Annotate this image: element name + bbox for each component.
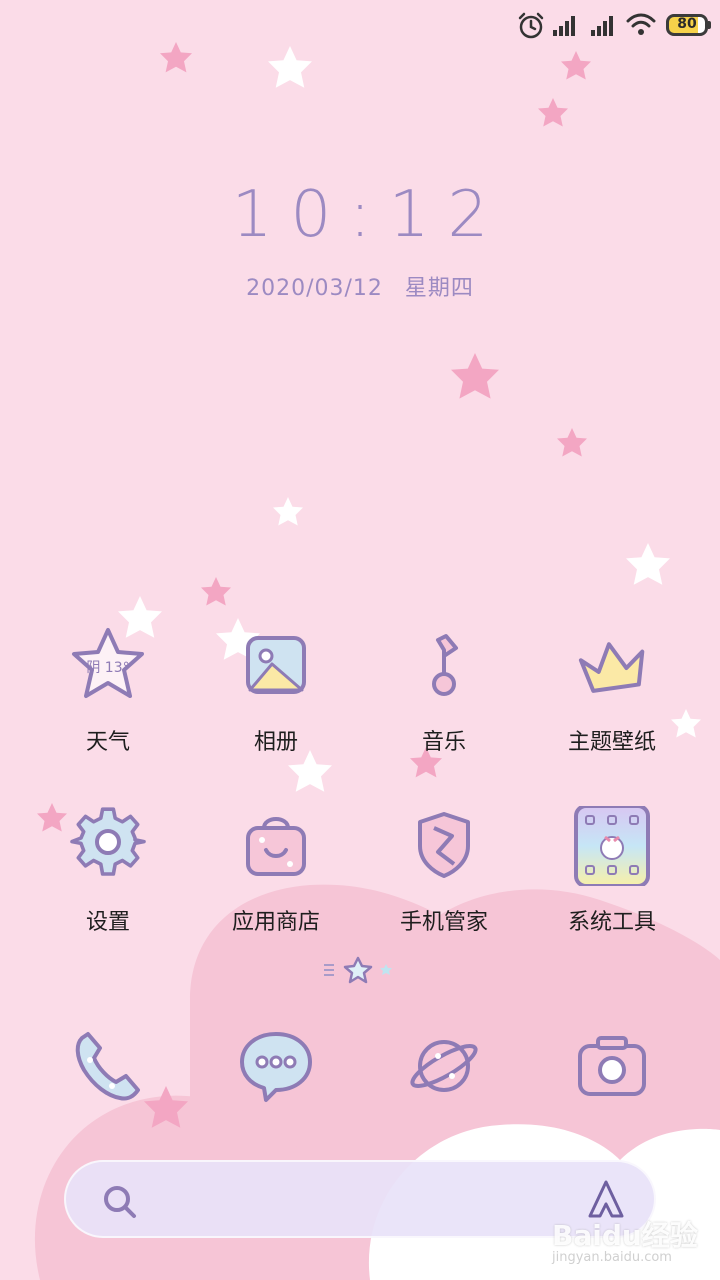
watermark: Baidu经验 jingyan.baidu.com (552, 1214, 712, 1274)
crown-icon (578, 642, 645, 693)
weekday-text: 星期四 (404, 276, 474, 301)
app-label: 系统工具 (567, 910, 656, 935)
watermark-sub: jingyan.baidu.com (552, 1250, 672, 1265)
signal-icon (591, 16, 613, 36)
app-settings[interactable]: 设置 (24, 806, 192, 966)
wifi-icon (626, 13, 656, 35)
app-label: 手机管家 (399, 910, 488, 935)
phone-icon[interactable] (68, 1026, 148, 1106)
search-icon[interactable] (100, 1182, 140, 1222)
signal-icon (553, 16, 575, 36)
app-label: 音乐 (421, 730, 466, 755)
date-text: 2020/03/12 (246, 276, 383, 301)
tools-folder-icon (574, 806, 650, 886)
camera-icon[interactable] (572, 1026, 652, 1106)
app-weather[interactable]: 阴 13° 天气 (24, 626, 192, 786)
browser-planet-icon[interactable] (404, 1026, 484, 1106)
shield-icon (418, 812, 470, 878)
app-label: 相册 (253, 730, 298, 755)
app-gallery[interactable]: 相册 (192, 626, 360, 786)
gear-icon (70, 807, 146, 876)
app-tools-folder[interactable]: 系统工具 (528, 806, 696, 966)
music-note-icon (432, 634, 458, 696)
battery-level: 80 (677, 16, 697, 32)
app-security[interactable]: 手机管家 (360, 806, 528, 966)
alarm-icon (518, 12, 544, 39)
clock-time: 10:12 (231, 178, 507, 252)
status-bar: 80 (0, 0, 720, 52)
shopping-bag-icon (246, 817, 306, 876)
app-label: 主题壁纸 (567, 730, 656, 755)
app-label: 天气 (85, 730, 130, 755)
message-bubble-icon[interactable] (236, 1026, 316, 1106)
app-store[interactable]: 应用商店 (192, 806, 360, 966)
battery-icon: 80 (666, 14, 711, 36)
weather-badge: 阴 13° (86, 660, 129, 676)
app-label: 应用商店 (231, 910, 320, 935)
watermark-main: Baidu经验 (552, 1219, 698, 1252)
app-theme[interactable]: 主题壁纸 (528, 626, 696, 786)
page-indicator[interactable] (320, 956, 400, 984)
weather-star-icon: 阴 13° (72, 628, 144, 698)
app-music[interactable]: 音乐 (360, 626, 528, 786)
gallery-icon (246, 636, 306, 694)
app-label: 设置 (85, 910, 130, 935)
clock-date: 2020/03/12 星期四 (0, 270, 720, 302)
